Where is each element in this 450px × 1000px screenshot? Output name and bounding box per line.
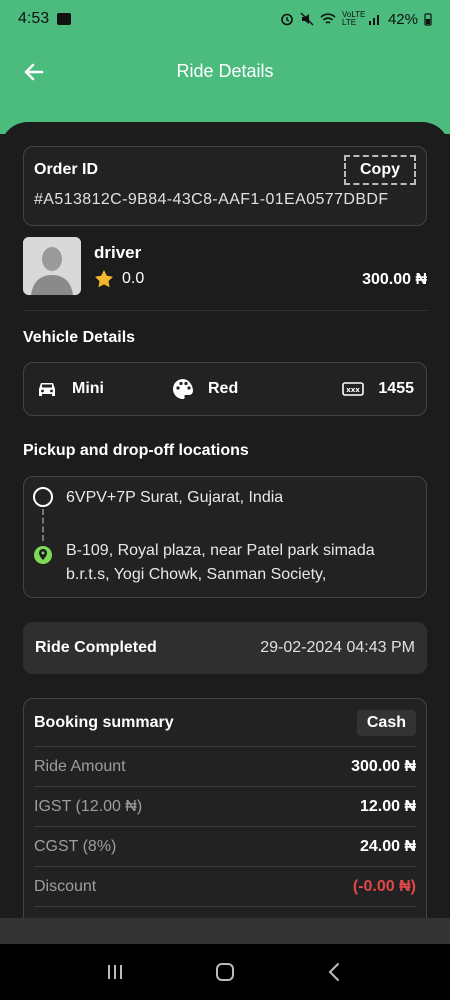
summary-row-discount: Discount (-0.00 ₦) [34, 867, 416, 907]
summary-label: CGST (8%) [34, 837, 117, 855]
home-icon [216, 963, 234, 981]
pickup-address: 6VPV+7P Surat, Gujarat, India [66, 489, 284, 506]
drop-address-line1: B-109, Royal plaza, near Patel park sima… [66, 542, 375, 559]
route-line [42, 509, 44, 541]
back-nav-icon [328, 963, 339, 981]
pickup-circle-icon [33, 487, 53, 507]
order-card: Order ID Copy #A513812C-9B84-43C8-AAF1-0… [23, 146, 427, 226]
palette-icon [173, 379, 193, 399]
mute-icon [300, 12, 314, 26]
summary-row-ride-amount: Ride Amount 300.00 ₦ [34, 747, 416, 787]
back-button[interactable] [20, 58, 48, 86]
payment-method-badge: Cash [356, 709, 416, 736]
ride-status-card: Ride Completed 29-02-2024 04:43 PM [23, 622, 427, 674]
driver-name: driver [94, 243, 142, 262]
vehicle-type: Mini [36, 380, 104, 398]
driver-fare: 300.00 ₦ [362, 271, 427, 288]
vehicle-color-label: Red [208, 380, 239, 397]
driver-row: driver 0.0 300.00 ₦ [23, 237, 427, 297]
image-notification-icon [57, 13, 72, 25]
vehicle-color: Red [172, 378, 238, 400]
avatar-icon [23, 237, 81, 295]
summary-row-cgst: CGST (8%) 24.00 ₦ [34, 827, 416, 867]
copy-button[interactable]: Copy [344, 155, 416, 185]
booking-summary-card: Booking summary Cash Ride Amount 300.00 … [23, 698, 427, 922]
summary-value: 24.00 ₦ [359, 837, 416, 855]
status-time: 4:53 [18, 10, 50, 27]
vehicle-type-label: Mini [72, 380, 104, 397]
bottom-strip [0, 918, 450, 944]
summary-title: Booking summary [34, 713, 174, 731]
home-button[interactable] [205, 952, 245, 992]
divider [23, 310, 427, 311]
driver-rating: 0.0 [94, 269, 144, 289]
back-arrow-icon [24, 63, 44, 81]
license-plate-icon: xxx [342, 382, 365, 396]
vehicle-plate-label: 1455 [378, 380, 414, 397]
battery-level: 42% [387, 10, 418, 28]
summary-label: IGST (12.00 ₦) [34, 797, 143, 815]
car-icon [39, 383, 55, 396]
summary-value: 12.00 ₦ [359, 797, 416, 815]
summary-label: Discount [34, 877, 97, 895]
system-nav-bar [0, 944, 450, 1000]
page-title: Ride Details [176, 60, 274, 81]
app-bar: Ride Details [0, 38, 450, 104]
summary-header: Booking summary Cash [34, 699, 416, 747]
drop-address-line2: b.r.t.s, Yogi Chowk, Sanman Society, [66, 566, 327, 583]
ride-status-label: Ride Completed [35, 639, 157, 656]
drop-pin-icon [34, 546, 52, 564]
status-bar: 4:53 VoLTE LTE 42% [0, 0, 450, 38]
avatar [23, 237, 81, 295]
summary-value: 300.00 ₦ [351, 757, 416, 775]
order-id: #A513812C-9B84-43C8-AAF1-01EA0577DBDF [34, 191, 389, 208]
locations-section-title: Pickup and drop-off locations [23, 442, 249, 459]
vehicle-section-title: Vehicle Details [23, 329, 136, 346]
recents-icon [108, 965, 122, 979]
network-type: VoLTE LTE [341, 10, 366, 27]
summary-label: Ride Amount [34, 757, 126, 775]
battery-icon [424, 13, 432, 26]
wifi-icon [320, 13, 336, 24]
rating-value: 0.0 [122, 270, 145, 287]
svg-text:xxx: xxx [347, 386, 361, 394]
back-nav-button[interactable] [315, 952, 355, 992]
recents-button[interactable] [95, 952, 135, 992]
summary-value: (-0.00 ₦) [352, 877, 416, 895]
summary-row-igst: IGST (12.00 ₦) 12.00 ₦ [34, 787, 416, 827]
locations-card: 6VPV+7P Surat, Gujarat, India B-109, Roy… [23, 476, 427, 598]
ride-datetime: 29-02-2024 04:43 PM [260, 639, 415, 656]
star-icon [95, 270, 113, 288]
vehicle-card: Mini Red xxx 1455 [23, 362, 427, 416]
details-sheet: Order ID Copy #A513812C-9B84-43C8-AAF1-0… [0, 122, 450, 922]
signal-icon [368, 15, 379, 25]
vehicle-plate: xxx 1455 [342, 380, 414, 398]
alarm-icon [281, 13, 293, 26]
drop-address: B-109, Royal plaza, near Patel park sima… [66, 539, 375, 587]
